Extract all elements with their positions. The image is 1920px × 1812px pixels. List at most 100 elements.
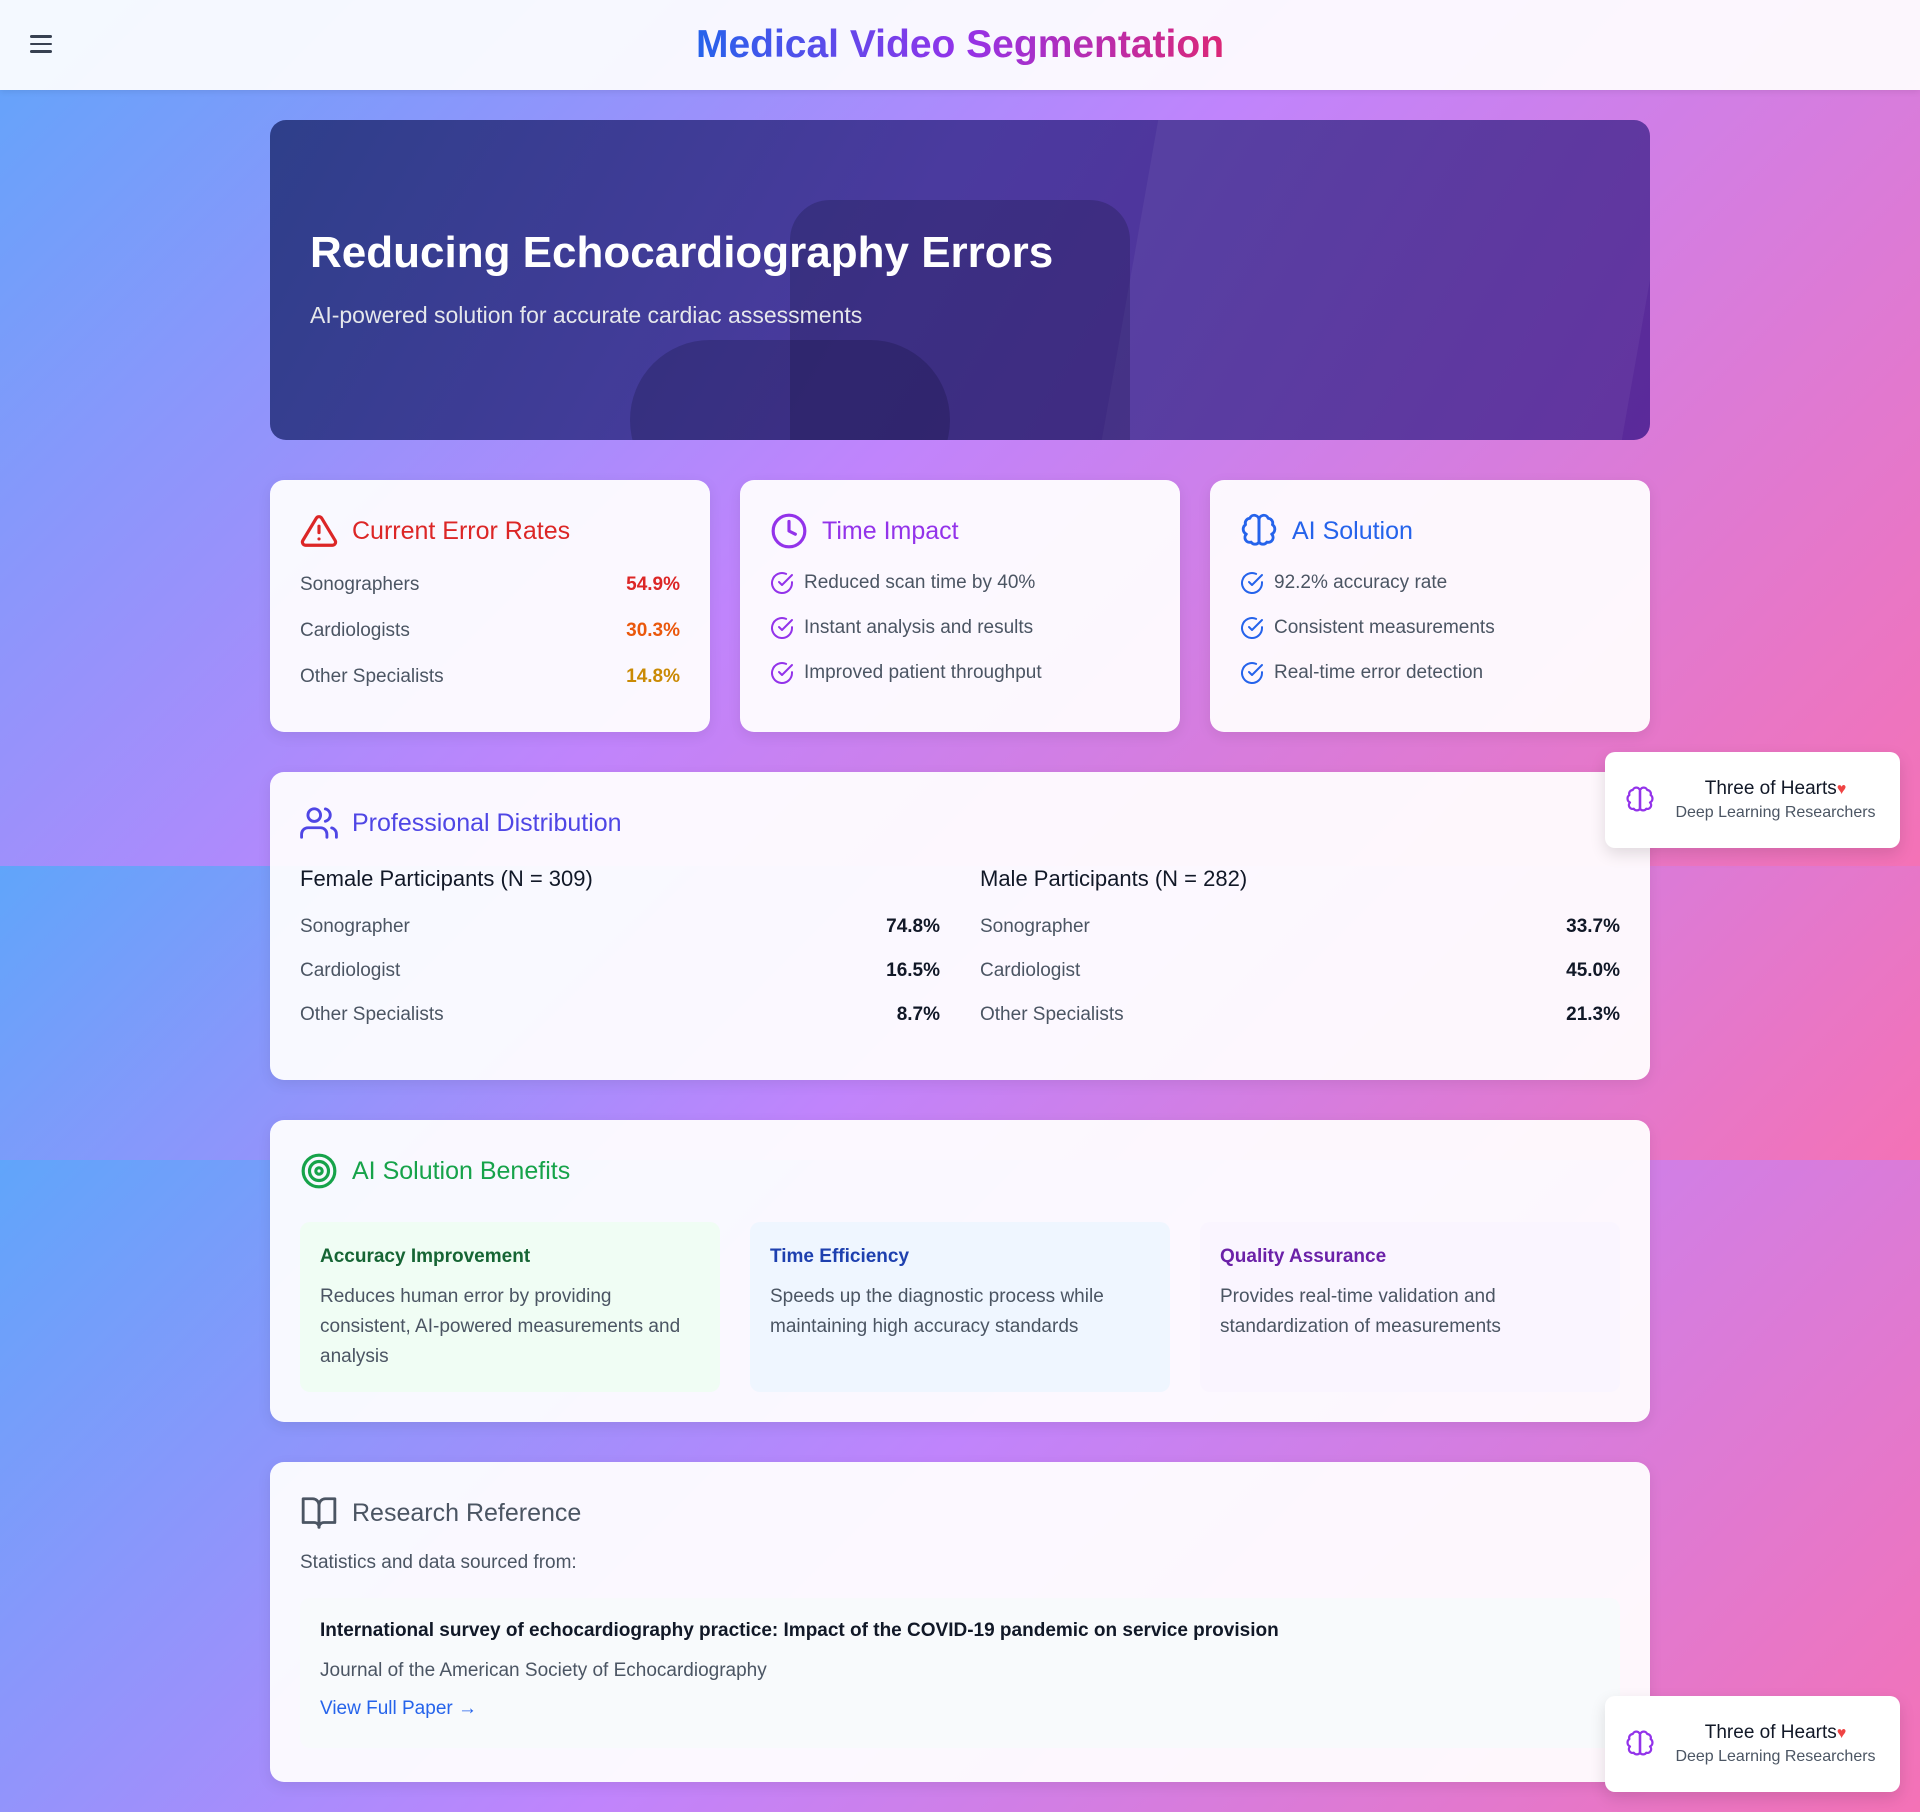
- ai-benefits-card: AI Solution Benefits Accuracy Improvemen…: [270, 1120, 1650, 1422]
- hamburger-menu-icon[interactable]: [30, 30, 60, 60]
- error-rate-row: Other Specialists 14.8%: [300, 666, 680, 688]
- distribution-row: Cardiologist 16.5%: [300, 960, 940, 982]
- female-participants-column: Female Participants (N = 309) Sonographe…: [300, 866, 940, 1048]
- brain-icon: [1241, 513, 1277, 546]
- benefit-title: Accuracy Improvement: [320, 1246, 531, 1267]
- team-role: Deep Learning Researchers: [1675, 804, 1876, 821]
- research-reference-card: Research Reference Statistics and data s…: [270, 1462, 1650, 1782]
- view-full-paper-link[interactable]: View Full Paper →: [320, 1698, 477, 1720]
- team-name-text: Three of Hearts: [1704, 778, 1837, 799]
- reference-subtitle: Statistics and data sourced from:: [300, 1552, 577, 1573]
- distribution-label: Other Specialists: [980, 1004, 1124, 1025]
- benefit-tile-time: Time Efficiency Speeds up the diagnostic…: [750, 1222, 1170, 1392]
- check-circle-icon: [771, 662, 793, 685]
- ai-solution-card: AI Solution 92.2% accuracy rate Consiste…: [1210, 480, 1650, 732]
- warning-triangle-icon: [300, 515, 338, 547]
- check-circle-icon: [1241, 662, 1263, 685]
- distribution-label: Sonographer: [300, 916, 410, 937]
- distribution-value: 74.8%: [886, 916, 940, 937]
- distribution-row: Other Specialists 8.7%: [300, 1004, 940, 1026]
- list-item-text: Real-time error detection: [1274, 662, 1484, 683]
- list-item: 92.2% accuracy rate: [1240, 571, 1620, 595]
- team-badge[interactable]: Three of Hearts♥ Deep Learning Researche…: [1605, 752, 1900, 848]
- card-title: AI Solution: [1292, 516, 1413, 545]
- distribution-label: Other Specialists: [300, 1004, 444, 1025]
- distribution-label: Cardiologist: [980, 960, 1081, 981]
- card-title: Time Impact: [822, 516, 959, 545]
- check-circle-icon: [1241, 617, 1263, 640]
- list-item: Instant analysis and results: [770, 616, 1150, 640]
- error-rate-label: Cardiologists: [300, 620, 410, 641]
- book-icon: [301, 1497, 337, 1529]
- benefit-text: Speeds up the diagnostic process while m…: [770, 1286, 1104, 1337]
- list-item-text: 92.2% accuracy rate: [1274, 572, 1448, 593]
- card-title: Research Reference: [352, 1498, 582, 1527]
- paper-title: International survey of echocardiography…: [320, 1620, 1279, 1641]
- distribution-row: Cardiologist 45.0%: [980, 960, 1620, 982]
- error-rate-row: Cardiologists 30.3%: [300, 620, 680, 642]
- error-rates-card: Current Error Rates Sonographers 54.9% C…: [270, 480, 710, 732]
- heart-icon: ♥: [1836, 1725, 1847, 1742]
- heart-icon: ♥: [1836, 781, 1847, 798]
- target-icon: [301, 1153, 337, 1189]
- top-navigation-bar: Medical Video Segmentation: [0, 0, 1920, 90]
- distribution-label: Sonographer: [980, 916, 1090, 937]
- list-item-text: Consistent measurements: [1274, 617, 1495, 638]
- benefit-tile-accuracy: Accuracy Improvement Reduces human error…: [300, 1222, 720, 1392]
- error-rate-value: 14.8%: [626, 666, 680, 687]
- team-role: Deep Learning Researchers: [1675, 1748, 1876, 1765]
- benefit-text: Provides real-time validation and standa…: [1220, 1286, 1501, 1337]
- check-circle-icon: [1241, 572, 1263, 595]
- hero-subtitle: AI-powered solution for accurate cardiac…: [310, 302, 863, 328]
- brain-icon: [1626, 1730, 1654, 1756]
- list-item-text: Improved patient throughput: [804, 662, 1042, 683]
- list-item: Real-time error detection: [1240, 661, 1620, 685]
- distribution-value: 21.3%: [1566, 1004, 1620, 1025]
- error-rate-label: Other Specialists: [300, 666, 444, 687]
- check-circle-icon: [771, 572, 793, 595]
- distribution-label: Cardiologist: [300, 960, 401, 981]
- distribution-value: 16.5%: [886, 960, 940, 981]
- distribution-value: 45.0%: [1566, 960, 1620, 981]
- error-rate-row: Sonographers 54.9%: [300, 574, 680, 596]
- brain-icon: [1626, 786, 1654, 812]
- time-impact-card: Time Impact Reduced scan time by 40% Ins…: [740, 480, 1180, 732]
- list-item: Improved patient throughput: [770, 661, 1150, 685]
- distribution-row: Sonographer 33.7%: [980, 916, 1620, 938]
- card-title: AI Solution Benefits: [352, 1156, 571, 1185]
- list-item-text: Reduced scan time by 40%: [804, 572, 1036, 593]
- distribution-row: Sonographer 74.8%: [300, 916, 940, 938]
- distribution-value: 8.7%: [896, 1004, 940, 1025]
- benefit-title: Quality Assurance: [1220, 1246, 1387, 1267]
- team-name: Three of Hearts♥: [1671, 778, 1880, 800]
- error-rate-value: 54.9%: [626, 574, 680, 595]
- column-heading: Female Participants (N = 309): [300, 866, 593, 891]
- benefit-tile-quality: Quality Assurance Provides real-time val…: [1200, 1222, 1620, 1392]
- list-item: Reduced scan time by 40%: [770, 571, 1150, 595]
- benefit-title: Time Efficiency: [770, 1246, 910, 1267]
- reference-box: International survey of echocardiography…: [300, 1598, 1620, 1748]
- card-title: Current Error Rates: [352, 516, 571, 545]
- check-circle-icon: [771, 617, 793, 640]
- app-title: Medical Video Segmentation: [695, 23, 1225, 66]
- error-rate-value: 30.3%: [626, 620, 680, 641]
- column-heading: Male Participants (N = 282): [980, 866, 1248, 891]
- distribution-value: 33.7%: [1566, 916, 1620, 937]
- hero-background-image: [630, 340, 950, 440]
- team-name-text: Three of Hearts: [1704, 1722, 1837, 1743]
- hero-background-image: [1098, 120, 1650, 440]
- journal-name: Journal of the American Society of Echoc…: [320, 1660, 767, 1681]
- male-participants-column: Male Participants (N = 282) Sonographer 3…: [980, 866, 1620, 1048]
- benefit-text: Reduces human error by providing consist…: [320, 1286, 681, 1367]
- hero-title: Reducing Echocardiography Errors: [310, 228, 1054, 277]
- team-name: Three of Hearts♥: [1671, 1722, 1880, 1744]
- users-icon: [300, 807, 338, 839]
- clock-icon: [771, 513, 807, 549]
- list-item: Consistent measurements: [1240, 616, 1620, 640]
- card-title: Professional Distribution: [352, 808, 622, 837]
- team-badge[interactable]: Three of Hearts♥ Deep Learning Researche…: [1605, 1696, 1900, 1792]
- distribution-row: Other Specialists 21.3%: [980, 1004, 1620, 1026]
- error-rate-label: Sonographers: [300, 574, 420, 595]
- hero-banner: Reducing Echocardiography Errors AI-powe…: [270, 120, 1650, 440]
- list-item-text: Instant analysis and results: [804, 617, 1034, 638]
